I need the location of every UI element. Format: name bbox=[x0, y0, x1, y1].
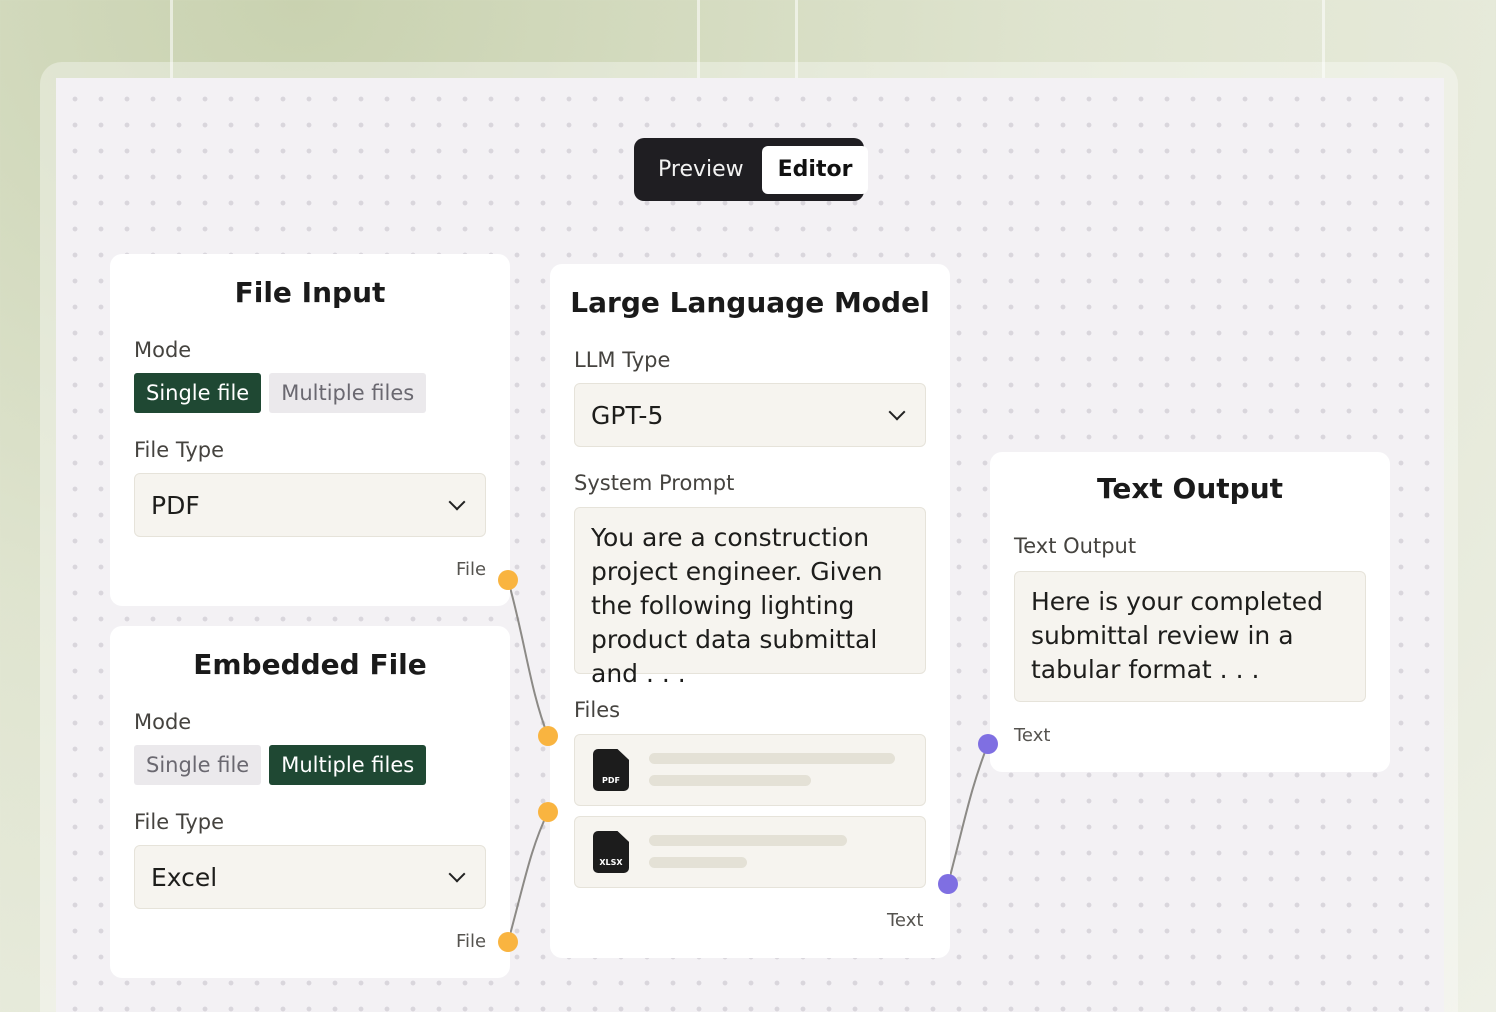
node-title: File Input bbox=[234, 276, 386, 309]
editor-tab[interactable]: Editor bbox=[761, 145, 869, 194]
file-name-placeholder bbox=[649, 753, 895, 764]
node-title: Embedded File bbox=[193, 648, 427, 681]
file-name-placeholder bbox=[649, 835, 847, 846]
file-port-label: File bbox=[456, 931, 487, 952]
file-type-value: PDF bbox=[151, 490, 200, 520]
system-prompt-label: System Prompt bbox=[574, 471, 735, 495]
view-toggle: Preview Editor bbox=[634, 138, 869, 201]
llm-node[interactable]: Large Language Model LLM Type GPT-5 Syst… bbox=[550, 264, 950, 958]
text-output-field[interactable]: Here is your completed submittal review … bbox=[1014, 571, 1366, 702]
text-output-node[interactable]: Text Output Text Output Here is your com… bbox=[990, 452, 1390, 772]
llm-type-select[interactable]: GPT-5 bbox=[574, 383, 926, 447]
file-input-output-port[interactable] bbox=[498, 570, 518, 590]
file-type-label: File Type bbox=[134, 810, 225, 834]
chevron-down-icon bbox=[888, 403, 906, 421]
embedded-file-node[interactable]: Embedded File Mode Single file Multiple … bbox=[110, 626, 510, 978]
file-ext: PDF bbox=[602, 776, 620, 785]
llm-embedded-file-port[interactable] bbox=[538, 802, 558, 822]
file-type-select[interactable]: Excel bbox=[134, 845, 486, 909]
xlsx-file-icon: XLSX bbox=[593, 831, 629, 873]
mode-label: Mode bbox=[134, 338, 192, 362]
chevron-down-icon bbox=[448, 865, 466, 883]
text-port-label: Text bbox=[887, 910, 924, 931]
mode-segmented-control: Single file Multiple files bbox=[134, 373, 427, 413]
file-ext: XLSX bbox=[599, 858, 623, 867]
llm-type-value: GPT-5 bbox=[591, 400, 664, 430]
file-port-label: File bbox=[456, 559, 487, 580]
file-input-node[interactable]: File Input Mode Single file Multiple fil… bbox=[110, 254, 510, 606]
text-port-label: Text bbox=[1014, 725, 1051, 746]
file-type-label: File Type bbox=[134, 438, 225, 462]
chevron-down-icon bbox=[448, 493, 466, 511]
node-title: Large Language Model bbox=[570, 286, 930, 319]
mode-label: Mode bbox=[134, 710, 192, 734]
file-type-select[interactable]: PDF bbox=[134, 473, 486, 537]
pdf-file-icon: PDF bbox=[593, 749, 629, 791]
preview-tab[interactable]: Preview bbox=[642, 146, 760, 194]
llm-file-input-port[interactable] bbox=[538, 726, 558, 746]
text-output-label: Text Output bbox=[1014, 534, 1137, 558]
single-file-option[interactable]: Single file bbox=[134, 373, 262, 413]
node-title: Text Output bbox=[1096, 472, 1284, 505]
mode-segmented-control: Single file Multiple files bbox=[134, 745, 427, 785]
llm-type-label: LLM Type bbox=[574, 348, 671, 372]
multiple-files-option[interactable]: Multiple files bbox=[269, 373, 427, 413]
files-label: Files bbox=[574, 698, 621, 722]
llm-text-output-port[interactable] bbox=[938, 874, 958, 894]
file-meta-placeholder bbox=[649, 857, 747, 868]
file-type-value: Excel bbox=[151, 862, 218, 892]
multiple-files-option[interactable]: Multiple files bbox=[269, 745, 427, 785]
file-meta-placeholder bbox=[649, 775, 811, 786]
file-attachment[interactable]: PDF bbox=[574, 734, 926, 806]
single-file-option[interactable]: Single file bbox=[134, 745, 262, 785]
text-output-input-port[interactable] bbox=[978, 734, 998, 754]
embedded-file-output-port[interactable] bbox=[498, 932, 518, 952]
system-prompt-input[interactable]: You are a construction project engineer.… bbox=[574, 507, 926, 688]
file-attachment[interactable]: XLSX bbox=[574, 816, 926, 888]
